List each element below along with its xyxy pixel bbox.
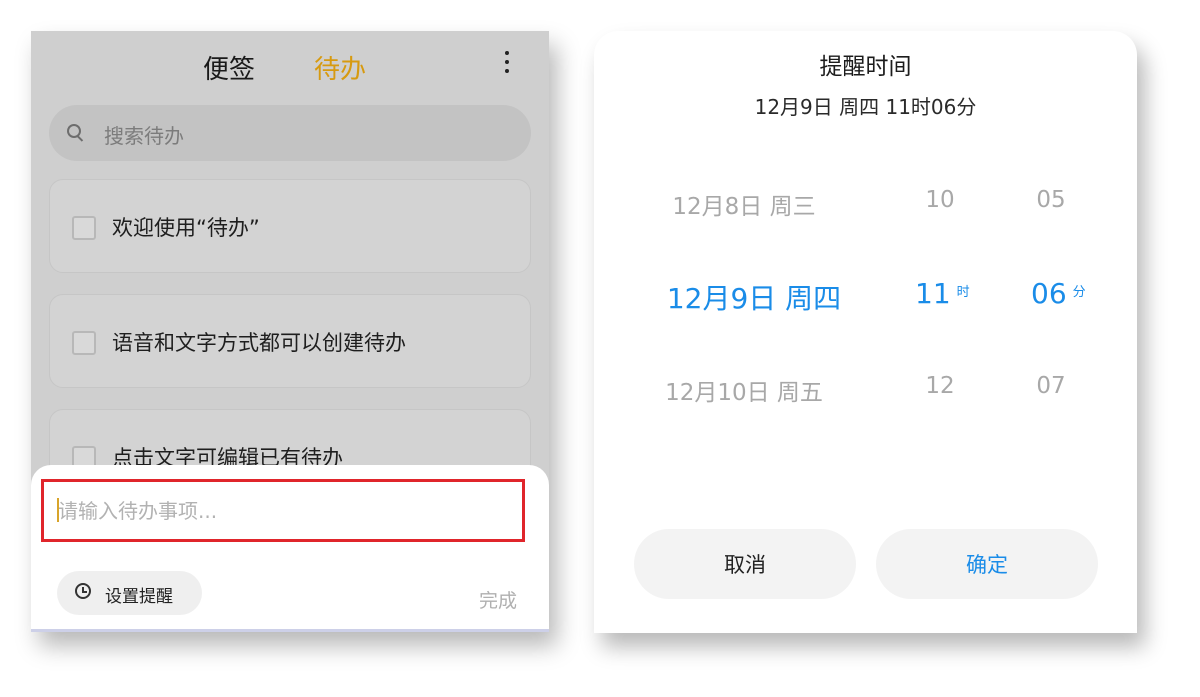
todo-app-panel: 便签 待办 搜索待办 欢迎使用“待办” 语音和文字方式都可以创建待办 点击文字可… [31,31,549,632]
hour-option-next[interactable]: 12 [915,373,965,399]
dialog-title: 提醒时间 [819,54,912,80]
minute-unit-label: 分 [1072,285,1086,300]
top-tab-bar: 便签 待办 [31,31,549,101]
minute-option-prev[interactable]: 05 [1026,187,1076,213]
todo-text[interactable]: 语音和文字方式都可以创建待办 [112,327,406,357]
minute-option-selected[interactable]: 06 分 [1031,277,1111,310]
new-todo-sheet: 设置提醒 完成 [31,465,549,632]
todo-input-field[interactable] [41,479,525,542]
selected-time-summary: 12月9日 周四 11时06分 [754,95,977,119]
text-caret [57,498,59,522]
minute-value: 06 [1031,277,1067,310]
todo-text[interactable]: 欢迎使用“待办” [112,212,260,242]
date-option-next[interactable]: 12月10日 周五 [664,373,824,407]
set-reminder-button[interactable]: 设置提醒 [57,571,202,615]
search-placeholder: 搜索待办 [104,124,184,148]
hour-option-prev[interactable]: 10 [915,187,965,213]
hour-unit-label: 时 [956,285,970,300]
set-reminder-label: 设置提醒 [105,587,173,606]
bottom-divider [31,629,549,632]
minute-option-next[interactable]: 07 [1026,373,1076,399]
done-button[interactable]: 完成 [479,586,517,613]
todo-item[interactable]: 语音和文字方式都可以创建待办 [49,294,531,388]
hour-option-selected[interactable]: 11 时 [915,277,995,310]
search-bar[interactable]: 搜索待办 [49,105,531,161]
search-icon [67,124,81,138]
date-option-selected[interactable]: 12月9日 周四 [654,277,854,317]
more-options-icon[interactable] [497,51,517,79]
confirm-button[interactable]: 确定 [876,529,1098,599]
alarm-clock-icon [75,583,91,599]
cancel-button[interactable]: 取消 [634,529,856,599]
todo-checkbox[interactable] [72,331,96,355]
todo-item[interactable]: 欢迎使用“待办” [49,179,531,273]
reminder-time-dialog: 提醒时间 12月9日 周四 11时06分 12月8日 周三 12月9日 周四 1… [594,31,1137,633]
tab-todo[interactable]: 待办 [314,49,366,86]
date-option-prev[interactable]: 12月8日 周三 [664,187,824,221]
hour-value: 11 [915,277,951,310]
tab-notes[interactable]: 便签 [203,49,255,86]
todo-checkbox[interactable] [72,216,96,240]
